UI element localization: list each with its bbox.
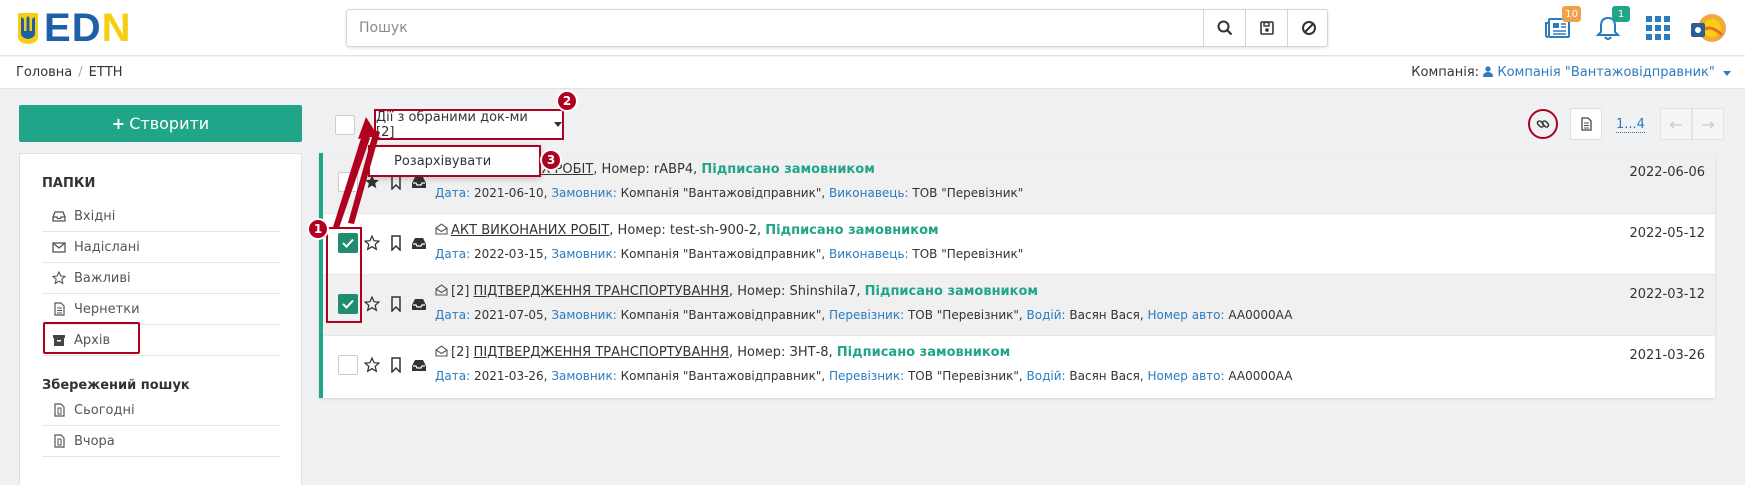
annotation-marker-3: 3 [540,149,562,171]
annotation-marker-1: 1 [307,218,329,240]
annotation-arrows [333,117,380,228]
annotation-marker-2: 2 [556,90,578,112]
